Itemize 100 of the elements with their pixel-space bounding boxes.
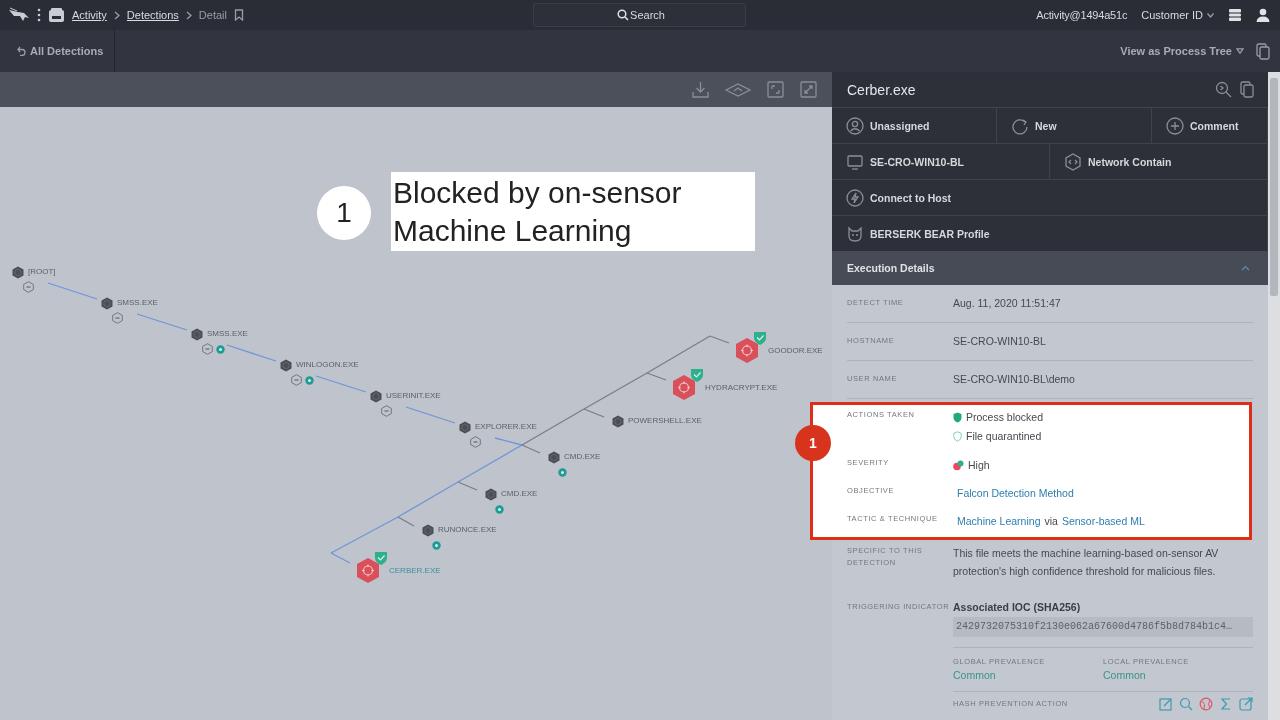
value-link[interactable]: Falcon Detection Method (957, 484, 1074, 502)
refresh-icon (1011, 116, 1029, 135)
chevron-icon[interactable] (1241, 265, 1250, 271)
connector-line (47, 282, 98, 300)
node-label[interactable]: WINLOGON.EXE (296, 360, 359, 370)
user-icon[interactable] (1256, 8, 1270, 22)
callout-badge: 1 (795, 425, 831, 461)
field-value: Aug. 11, 2020 11:51:47 (953, 296, 1061, 310)
search-icon (617, 9, 629, 21)
indicator-title: Associated IOC (SHA256) (953, 600, 1082, 614)
node-label[interactable]: GOODOR.EXE (768, 346, 823, 356)
customer-dropdown[interactable]: Customer ID (1141, 9, 1214, 21)
connector-line (226, 344, 277, 362)
globe-icon[interactable] (1199, 697, 1213, 711)
copy-icon[interactable] (1240, 81, 1254, 98)
undo-icon (17, 46, 26, 56)
bolt-circle-icon (846, 188, 864, 207)
hash-value[interactable]: 2429732075310f2130e062a67600d4786f5b8d784b1c4… (953, 617, 1253, 637)
sigma-icon[interactable] (1219, 697, 1233, 711)
marker-dot-icon[interactable] (304, 375, 314, 385)
node-label[interactable]: POWERSHELL.EXE (628, 416, 702, 426)
chevron-icon (113, 10, 120, 20)
copy-icon[interactable] (1256, 42, 1270, 60)
value-link[interactable]: Machine Learning (957, 512, 1041, 530)
more-icon[interactable] (37, 8, 41, 22)
value-text: via (1044, 514, 1058, 529)
node-label[interactable]: SMSS.EXE (207, 329, 248, 339)
breadcrumb-link[interactable]: Detections (126, 9, 179, 21)
marker-dot-icon[interactable] (557, 467, 567, 477)
cat-face-icon (846, 224, 864, 243)
caret-icon (1207, 12, 1214, 18)
collapse-icon[interactable] (290, 374, 302, 386)
annotation-text: Blocked by on-sensor Machine Learning (391, 172, 755, 251)
collapse-icon[interactable] (469, 436, 481, 448)
bookmark-icon[interactable] (233, 9, 244, 21)
account-name: Activity@1494a51c (1036, 9, 1128, 21)
annotation-number: 1 (317, 186, 371, 240)
process-hex-icon[interactable] (485, 487, 497, 501)
field-value: SE-CRO-WIN10-BL (953, 334, 1046, 348)
search-field[interactable]: Search (533, 3, 746, 27)
scrollbar[interactable] (1268, 72, 1280, 720)
connector-line (136, 313, 188, 331)
download-icon[interactable] (691, 80, 710, 99)
process-hex-icon[interactable] (422, 523, 434, 537)
connector-line (405, 406, 456, 424)
node-label[interactable]: CMD.EXE (564, 452, 601, 462)
process-hex-icon[interactable] (612, 414, 624, 428)
marker-dot-icon[interactable] (494, 504, 504, 514)
process-hex-icon[interactable] (101, 296, 113, 310)
plus-circle-icon (1166, 116, 1184, 135)
collapse-icon[interactable] (22, 281, 34, 293)
marker-dot-icon[interactable] (431, 540, 441, 550)
detection-hex-icon[interactable] (735, 331, 768, 364)
bird-logo[interactable] (8, 7, 30, 23)
view-dropdown[interactable]: View as Process Tree (1120, 45, 1244, 57)
field-value: SE-CRO-WIN10-BL\demo (953, 372, 1075, 386)
monitor-icon (846, 152, 864, 171)
node-label[interactable]: USERINIT.EXE (386, 391, 441, 401)
detection-hex-icon[interactable] (672, 368, 705, 401)
marker-dot-icon[interactable] (215, 344, 225, 354)
description-text: This file meets the machine learning-based on-sensor AV protection's high confidence threshold for malicious files. (953, 546, 1220, 579)
user-circle-icon (846, 116, 864, 135)
collapse-icon[interactable] (201, 343, 213, 355)
node-label[interactable]: CMD.EXE (501, 489, 538, 499)
process-hex-icon[interactable] (370, 389, 382, 403)
scrollbar-thumb[interactable] (1270, 78, 1278, 296)
edit-icon[interactable] (1159, 697, 1173, 711)
fit-icon[interactable] (766, 80, 785, 99)
node-label[interactable]: RUNONCE.EXE (438, 525, 497, 535)
breadcrumb-link[interactable]: Activity (72, 9, 107, 21)
app-icon[interactable] (48, 7, 65, 23)
layers-icon[interactable] (724, 81, 752, 98)
connector-line (315, 375, 367, 393)
section-title: Execution Details (847, 262, 935, 274)
node-label[interactable]: EXPLORER.EXE (475, 422, 537, 432)
node-label[interactable]: HYDRACRYPT.EXE (705, 383, 778, 393)
process-hex-icon[interactable] (459, 420, 471, 434)
prevalence-value: Common (953, 668, 997, 683)
breadcrumb-current: Detail (198, 9, 227, 21)
zoom-icon[interactable] (1215, 81, 1232, 98)
collapse-icon[interactable] (111, 312, 123, 324)
process-hex-icon[interactable] (12, 265, 24, 279)
action-status: File quarantined (966, 429, 1042, 444)
process-hex-icon[interactable] (548, 450, 560, 464)
node-label[interactable]: SMSS.EXE (117, 298, 158, 308)
node-label[interactable]: [ROOT] (28, 267, 56, 277)
network-icon (1064, 152, 1082, 171)
process-hex-icon[interactable] (191, 327, 203, 341)
stacked-bars-icon[interactable] (1228, 8, 1242, 22)
severity-icon (953, 459, 964, 471)
detection-hex-icon[interactable] (356, 551, 389, 584)
process-hex-icon[interactable] (280, 358, 292, 372)
search-icon[interactable] (1179, 697, 1193, 711)
section-header[interactable]: Execution Details (832, 251, 1268, 285)
expand-icon[interactable] (799, 80, 818, 99)
action-status: Process blocked (966, 410, 1044, 425)
collapse-icon[interactable] (380, 405, 392, 417)
value-link[interactable]: Sensor-based ML (1061, 512, 1145, 530)
share-icon[interactable] (1239, 697, 1253, 711)
severity-value: High (968, 458, 990, 473)
